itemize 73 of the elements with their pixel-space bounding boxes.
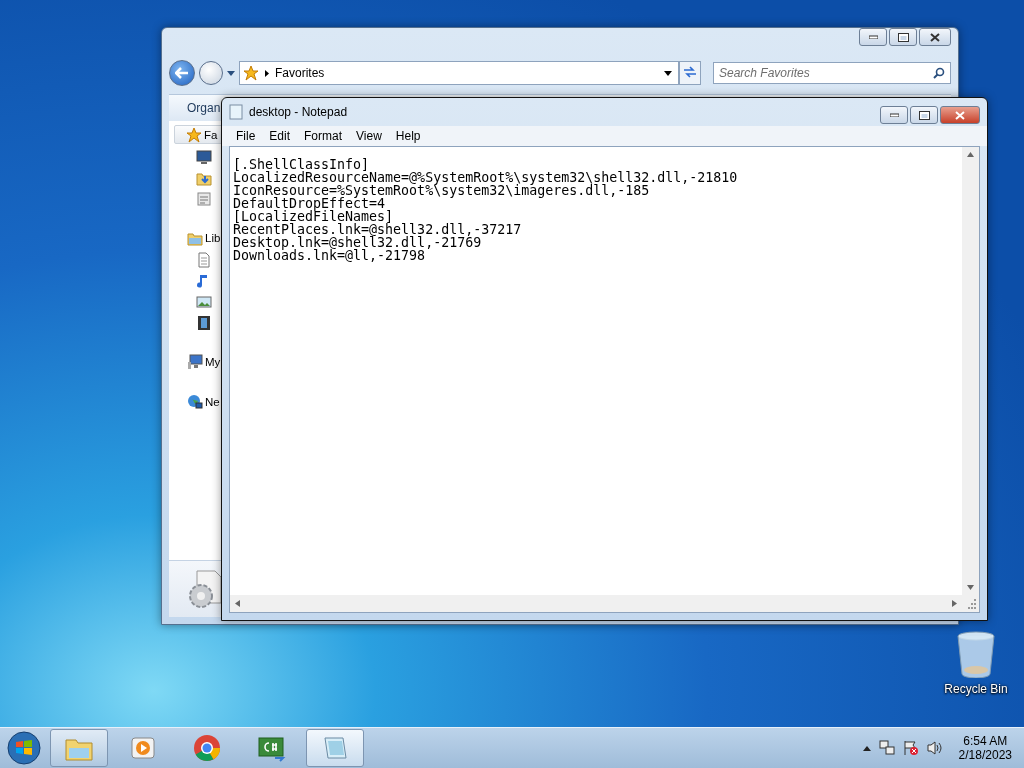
scroll-down-icon[interactable] [967,584,974,591]
clock-date: 2/18/2023 [958,748,1012,762]
taskbar-button[interactable] [306,729,364,767]
gear-document-icon [187,569,223,609]
clock[interactable]: 6:54 AM 2/18/2023 [950,734,1020,762]
scroll-left-icon[interactable] [234,600,241,607]
nav-item[interactable]: Fa [204,128,218,141]
refresh-arrows-icon [683,65,697,78]
document-icon [196,251,212,268]
flag-warning-icon[interactable] [902,740,919,756]
text-line: Desktop.lnk=@shell32.dll,-21769 [233,236,482,249]
browser-icon [191,732,223,764]
desktop-icon [196,148,212,165]
minimize-icon [868,35,878,39]
refresh-button[interactable] [679,61,701,85]
close-icon [930,32,940,42]
star-icon [243,65,259,81]
scroll-up-icon[interactable] [967,151,974,158]
nav-item[interactable]: Lib [205,231,221,244]
computer-icon [187,353,203,370]
text-line: DefaultDropEffect=4 [233,197,386,210]
search-icon [933,67,945,79]
video-icon [196,314,212,331]
text-line: [.ShellClassInfo] [233,158,370,171]
search-field[interactable]: Search Favorites [713,62,951,84]
menu-item[interactable]: View [349,129,389,143]
speaker-icon[interactable] [926,740,943,756]
forward-button[interactable] [199,61,223,85]
menu-item[interactable]: Help [388,129,428,143]
horizontal-scrollbar[interactable] [230,595,962,612]
menu-item[interactable]: File [229,129,263,143]
menu-item[interactable]: Format [297,129,350,143]
notepad-icon [229,104,243,120]
maximize-button[interactable] [889,28,917,46]
maximize-icon [918,110,930,120]
back-button[interactable] [169,60,195,86]
address-bar[interactable]: Favorites [239,61,679,85]
text-line: Downloads.lnk=@ll,-21798 [233,249,426,262]
window-title: desktop - Notepad [249,105,349,119]
nav-item[interactable]: Ne [205,395,220,408]
dropdown-arrow-icon [664,70,672,76]
show-hidden-icons-icon[interactable] [862,745,871,751]
vertical-scrollbar[interactable] [962,147,979,595]
close-button[interactable] [940,106,980,124]
recent-icon [196,190,212,207]
back-arrow-icon [175,67,189,79]
dropdown-arrow-icon [227,70,235,76]
maximize-icon [897,32,909,42]
desktop-icon-label[interactable]: Recycle Bin [944,682,1008,696]
picture-icon [196,293,212,310]
menu-item[interactable]: Edit [262,129,298,143]
nav-item[interactable]: My [205,355,221,368]
scroll-right-icon[interactable] [951,600,958,607]
address-text: Favorites [275,66,326,80]
taskbar-button[interactable] [50,729,108,767]
breadcrumb-arrow-icon [265,69,269,77]
clock-time: 6:54 AM [963,734,1008,748]
maximize-button[interactable] [910,106,938,124]
star-icon [186,126,202,143]
network-icon [187,393,203,410]
minimize-button[interactable] [880,106,908,124]
text-line: RecentPlaces.lnk=@shell32.dll,-37217 [233,223,523,236]
minimize-icon [889,113,899,117]
text-line: IconResource=%SystemRoot%\system32\imageres.dll,-185 [233,184,650,197]
network-icon[interactable] [878,740,895,756]
minimize-button[interactable] [859,28,887,46]
trash-bin-icon[interactable] [956,630,996,678]
close-icon [955,110,965,120]
text-line: [LocalizedFileNames] [233,210,394,223]
start-button[interactable] [4,730,44,766]
text-line: LocalizedResourceName=@%SystemRoot%\system32\shell32.dll,-21810 [233,171,739,184]
close-button[interactable] [919,28,951,46]
windows-logo-icon [7,731,41,765]
